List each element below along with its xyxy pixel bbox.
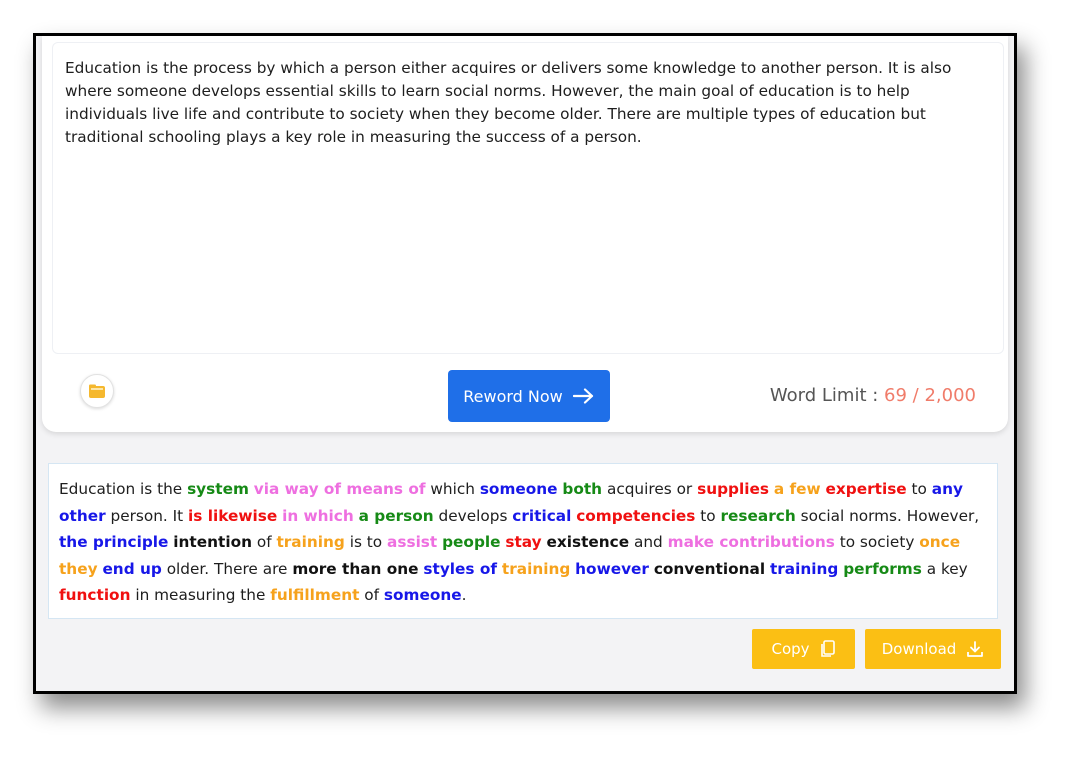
word-limit-label: Word Limit :	[769, 385, 879, 406]
changed-word[interactable]: supplies	[697, 480, 769, 498]
changed-word[interactable]: however	[575, 560, 649, 578]
word-count: 69 / 2,000	[884, 385, 976, 406]
paraphraser-window: Education is the process by which a pers…	[33, 33, 1017, 694]
output-box[interactable]: Education is the system via way of means…	[48, 463, 998, 619]
changed-word[interactable]: function	[59, 586, 130, 604]
changed-word[interactable]: both	[562, 480, 602, 498]
changed-word[interactable]: the principle	[59, 533, 168, 551]
changed-word[interactable]: styles of	[423, 560, 497, 578]
changed-word[interactable]: a few	[774, 480, 821, 498]
changed-word[interactable]: make contributions	[668, 533, 835, 551]
changed-word[interactable]: training	[770, 560, 838, 578]
changed-word[interactable]: is likewise	[188, 507, 277, 525]
changed-word[interactable]: conventional	[654, 560, 765, 578]
changed-word[interactable]: more than one	[292, 560, 418, 578]
changed-word[interactable]: expertise	[826, 480, 907, 498]
output-text: Education is the system via way of means…	[59, 480, 980, 604]
folder-icon	[89, 384, 105, 398]
input-card: Education is the process by which a pers…	[42, 36, 1008, 432]
download-button[interactable]: Download	[865, 629, 1001, 669]
changed-word[interactable]: training	[276, 533, 344, 551]
download-label: Download	[881, 640, 957, 658]
changed-word[interactable]: in which	[282, 507, 354, 525]
copy-label: Copy	[771, 640, 810, 658]
changed-word[interactable]: people	[442, 533, 500, 551]
changed-word[interactable]: someone	[480, 480, 558, 498]
changed-word[interactable]: someone	[384, 586, 462, 604]
upload-file-button[interactable]	[80, 374, 114, 408]
copy-button[interactable]: Copy	[752, 629, 855, 669]
changed-word[interactable]: assist	[387, 533, 437, 551]
changed-word[interactable]: existence	[547, 533, 630, 551]
changed-word[interactable]: competencies	[576, 507, 695, 525]
changed-word[interactable]: system	[187, 480, 249, 498]
changed-word[interactable]: research	[721, 507, 796, 525]
input-text: Education is the process by which a pers…	[65, 59, 952, 146]
changed-word[interactable]: stay	[505, 533, 541, 551]
input-textarea[interactable]: Education is the process by which a pers…	[52, 42, 1004, 354]
changed-word[interactable]: performs	[843, 560, 922, 578]
copy-icon	[820, 640, 835, 657]
changed-word[interactable]: a person	[359, 507, 434, 525]
reword-now-button[interactable]: Reword Now	[448, 370, 610, 422]
changed-word[interactable]: critical	[512, 507, 571, 525]
arrow-right-icon	[572, 388, 593, 404]
changed-word[interactable]: training	[502, 560, 570, 578]
reword-now-label: Reword Now	[463, 386, 563, 406]
download-icon	[967, 641, 984, 657]
changed-word[interactable]: end up	[102, 560, 161, 578]
word-limit: Word Limit : 69 / 2,000	[770, 385, 976, 406]
changed-word[interactable]: via way of means of	[254, 480, 426, 498]
changed-word[interactable]: intention	[173, 533, 252, 551]
changed-word[interactable]: fulfillment	[270, 586, 359, 604]
